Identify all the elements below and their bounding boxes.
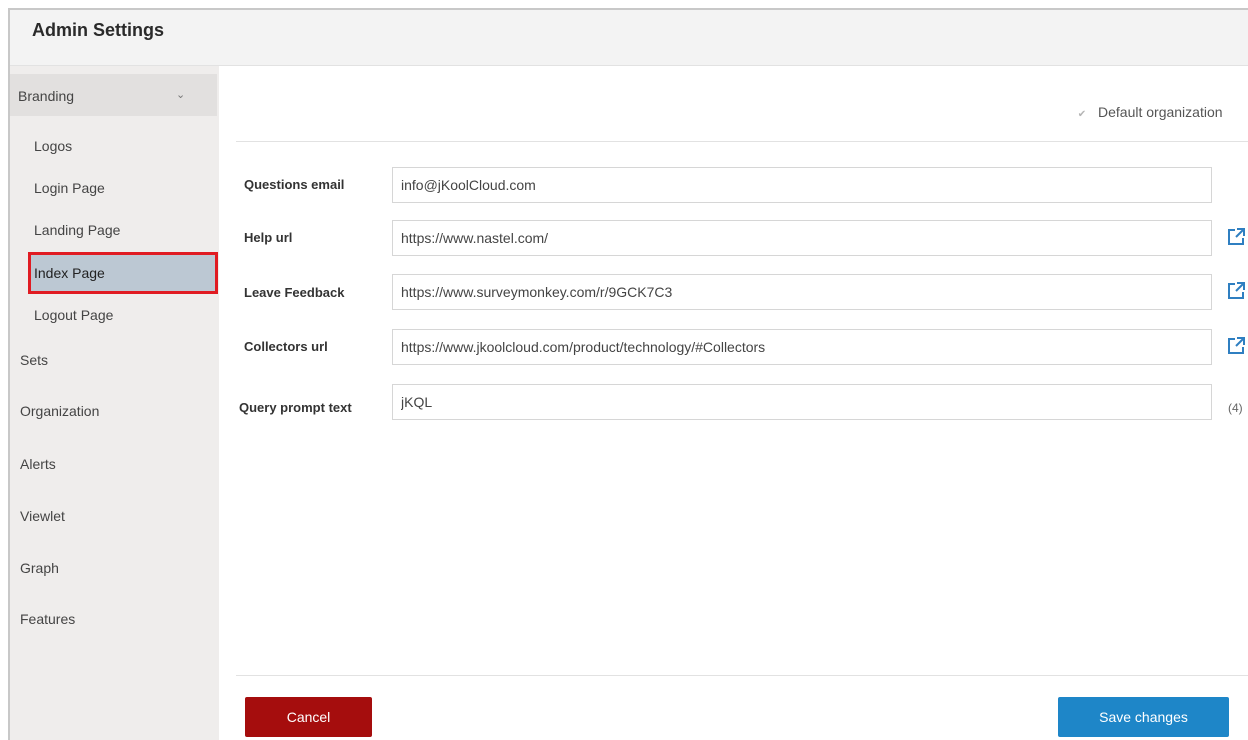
sidebar-item-viewlet[interactable]: Viewlet [20, 508, 65, 524]
page-title: Admin Settings [32, 20, 165, 40]
external-link-icon[interactable] [1225, 335, 1247, 357]
char-count: (4) [1228, 401, 1243, 415]
chevron-down-icon: ⌄ [176, 89, 186, 101]
sidebar-item-features[interactable]: Features [20, 611, 75, 627]
sidebar-item-sets[interactable]: Sets [20, 352, 48, 368]
sidebar-item-branding[interactable]: Branding ⌄ [10, 74, 217, 116]
sidebar: Branding ⌄ Logos Login Page Landing Page… [10, 66, 219, 740]
sidebar-item-graph[interactable]: Graph [20, 560, 59, 576]
save-changes-button[interactable]: Save changes [1058, 697, 1229, 737]
help-url-label: Help url [244, 230, 293, 245]
sidebar-item-landing-page[interactable]: Landing Page [34, 222, 120, 238]
default-organization-toggle[interactable]: ✔ Default organization [1076, 104, 1223, 121]
query-prompt-text-label: Query prompt text [239, 400, 352, 415]
collectors-url-label: Collectors url [244, 339, 328, 354]
collectors-url-input[interactable] [392, 329, 1212, 365]
sidebar-item-label: Branding [18, 88, 75, 104]
questions-email-input[interactable] [392, 167, 1212, 203]
header-bar: Admin Settings [10, 10, 1248, 66]
leave-feedback-label: Leave Feedback [244, 285, 345, 300]
divider [236, 141, 1248, 142]
sidebar-item-logout-page[interactable]: Logout Page [34, 307, 113, 323]
sidebar-item-alerts[interactable]: Alerts [20, 456, 56, 472]
sidebar-item-organization[interactable]: Organization [20, 403, 99, 419]
query-prompt-text-input[interactable] [392, 384, 1212, 420]
sidebar-item-index-page[interactable]: Index Page [28, 252, 218, 294]
external-link-icon[interactable] [1225, 226, 1247, 248]
sidebar-item-logos[interactable]: Logos [34, 138, 72, 154]
questions-email-label: Questions email [244, 177, 345, 192]
external-link-icon[interactable] [1225, 280, 1247, 302]
sidebar-item-login-page[interactable]: Login Page [34, 180, 105, 196]
checkbox-default-organization[interactable]: ✔ [1076, 109, 1088, 121]
help-url-input[interactable] [392, 220, 1212, 256]
default-organization-label: Default organization [1098, 104, 1223, 120]
cancel-button[interactable]: Cancel [245, 697, 372, 737]
sidebar-item-label: Index Page [34, 265, 105, 281]
leave-feedback-input[interactable] [392, 274, 1212, 310]
divider [236, 675, 1248, 676]
